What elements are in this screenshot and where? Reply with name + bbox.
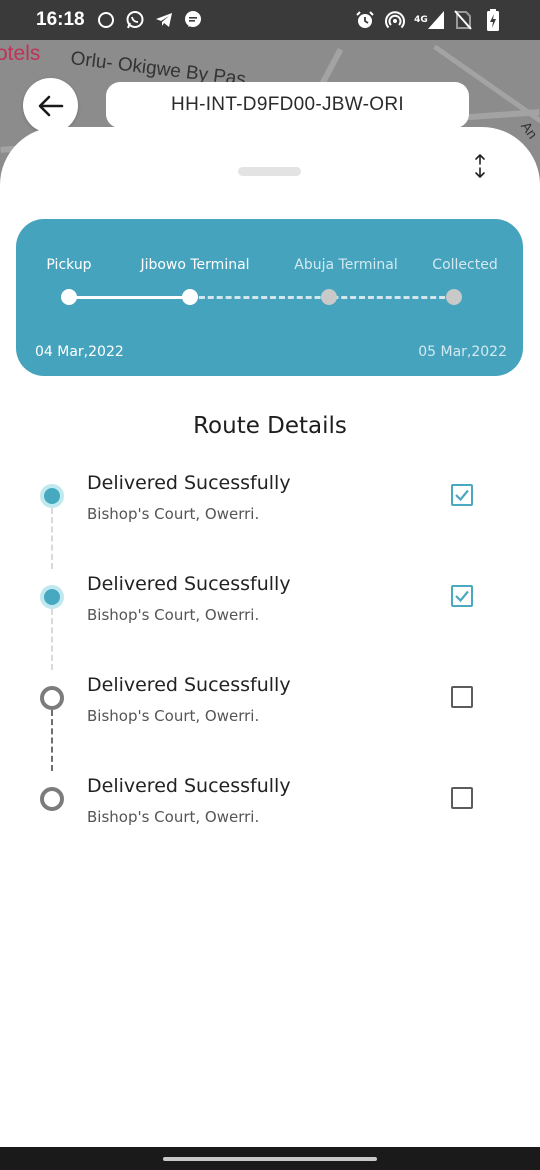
- shipment-progress-card: Pickup Jibowo Terminal Abuja Terminal Co…: [16, 219, 523, 376]
- route-marker-pending: [40, 686, 64, 710]
- stage-dot-pickup: [61, 289, 77, 305]
- route-details-title: Route Details: [193, 413, 347, 439]
- vertical-expand-icon[interactable]: [470, 153, 490, 179]
- status-time: 16:18: [36, 9, 85, 30]
- home-gesture-pill[interactable]: [163, 1157, 377, 1161]
- route-item-title: Delivered Sucessfully: [87, 472, 291, 494]
- battery-icon: [482, 9, 504, 31]
- stage-label-pickup: Pickup: [46, 257, 92, 273]
- route-item[interactable]: Delivered Sucessfully Bishop's Court, Ow…: [0, 770, 540, 871]
- route-item-location: Bishop's Court, Owerri.: [87, 606, 260, 624]
- route-marker-done: [40, 585, 64, 609]
- end-date: 05 Mar,2022: [418, 344, 507, 360]
- check-icon: [455, 590, 469, 603]
- status-bar-right: 4G: [346, 9, 504, 31]
- telegram-icon: [153, 9, 175, 31]
- network-type-label: 4G: [414, 15, 428, 25]
- route-item-title: Delivered Sucessfully: [87, 674, 291, 696]
- system-navigation-bar: [0, 1147, 540, 1170]
- route-checkbox-unchecked[interactable]: [451, 686, 473, 708]
- stage-label-abuja-terminal: Abuja Terminal: [294, 257, 398, 273]
- route-marker-pending: [40, 787, 64, 811]
- arrow-left-icon: [38, 95, 63, 116]
- route-checkbox-unchecked[interactable]: [451, 787, 473, 809]
- check-icon: [455, 489, 469, 502]
- route-item[interactable]: Delivered Sucessfully Bishop's Court, Ow…: [0, 568, 540, 669]
- circle-notification-icon: [95, 9, 117, 31]
- hotspot-icon: [384, 9, 406, 31]
- stage-dot-abuja-terminal: [321, 289, 337, 305]
- route-item-title: Delivered Sucessfully: [87, 775, 291, 797]
- stage-dot-collected: [446, 289, 462, 305]
- route-item-location: Bishop's Court, Owerri.: [87, 808, 260, 826]
- drag-handle[interactable]: [238, 167, 301, 176]
- route-checkbox-checked[interactable]: [451, 484, 473, 506]
- route-marker-done: [40, 484, 64, 508]
- route-item-location: Bishop's Court, Owerri.: [87, 505, 260, 523]
- route-item[interactable]: Delivered Sucessfully Bishop's Court, Ow…: [0, 669, 540, 770]
- route-item-title: Delivered Sucessfully: [87, 573, 291, 595]
- start-date: 04 Mar,2022: [35, 344, 124, 360]
- stage-label-collected: Collected: [432, 257, 498, 273]
- tracking-id-label: HH-INT-D9FD00-JBW-ORI: [106, 82, 469, 128]
- stage-label-jibowo-terminal: Jibowo Terminal: [140, 257, 250, 273]
- route-item[interactable]: Delivered Sucessfully Bishop's Court, Ow…: [0, 467, 540, 568]
- route-item-location: Bishop's Court, Owerri.: [87, 707, 260, 725]
- route-checkbox-checked[interactable]: [451, 585, 473, 607]
- alarm-icon: [354, 9, 376, 31]
- map-label-hotels: otels: [0, 42, 41, 65]
- status-bar: 16:18 4G: [0, 0, 540, 40]
- chat-bubble-icon: [182, 9, 204, 31]
- stage-dot-jibowo-terminal: [182, 289, 198, 305]
- whatsapp-icon: [124, 9, 146, 31]
- signal-icon: 4G: [414, 9, 444, 31]
- back-button[interactable]: [23, 78, 78, 133]
- no-sim-icon: [452, 9, 474, 31]
- progress-track-completed: [69, 296, 190, 299]
